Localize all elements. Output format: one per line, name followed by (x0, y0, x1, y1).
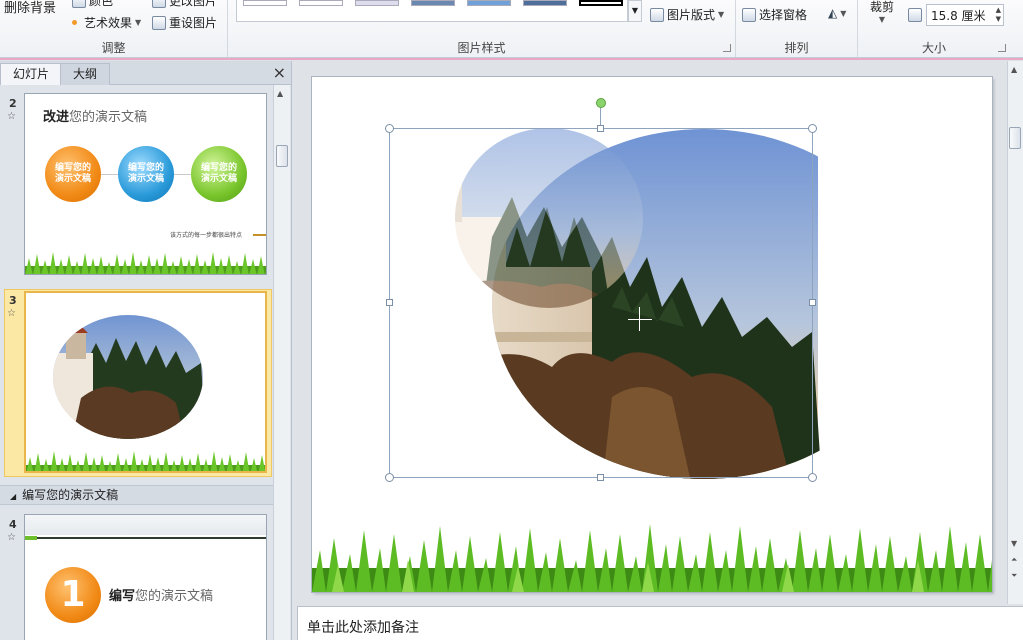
tab-outline[interactable]: 大纲 (60, 63, 111, 85)
reset-picture-button[interactable]: 重设图片 (152, 14, 217, 31)
chevron-down-icon: ▼ (878, 15, 886, 24)
arrange-group: 选择窗格 ◭ ▼ 排列 (736, 0, 858, 57)
arrange-group-label: 排列 (784, 41, 809, 55)
adjust-group-label: 调整 (101, 41, 126, 55)
chevron-down-icon: ▼ (840, 8, 847, 18)
notes-pane[interactable]: 单击此处添加备注 (297, 606, 1023, 640)
notes-placeholder: 单击此处添加备注 (307, 620, 419, 636)
style-thumb[interactable] (523, 0, 567, 6)
style-thumb[interactable] (579, 0, 623, 6)
spinner-icon[interactable]: ▲ ▼ (996, 6, 1001, 24)
scroll-up-icon[interactable]: ▲ (277, 89, 283, 98)
picture-styles-launcher-icon[interactable] (723, 44, 731, 52)
blue-circle: 编写您的 演示文稿 (118, 146, 174, 202)
reset-picture-icon (152, 15, 166, 30)
previous-slide-icon[interactable]: ⏶ (1011, 555, 1017, 565)
resize-handle-top-left[interactable] (385, 124, 394, 133)
slide-title: 编写您的演示文稿 (109, 589, 214, 604)
color-icon (72, 0, 86, 8)
scroll-thumb[interactable] (1009, 127, 1021, 149)
picture-layout-icon (650, 7, 664, 22)
size-launcher-icon[interactable] (998, 44, 1006, 52)
number-circle: 1 (45, 567, 101, 623)
next-slide-icon[interactable]: ⏷ (1011, 571, 1017, 581)
resize-handle-top[interactable] (597, 125, 604, 132)
selection-pane-button[interactable]: 选择窗格 (742, 6, 807, 23)
footer-bar (253, 234, 266, 236)
scroll-down-icon[interactable]: ▼ (1011, 539, 1017, 548)
slides-pane: 幻灯片 大纲 × 2 ☆ 改进您的演示文稿 编写您的 演示文稿 编写您的 演示文… (0, 61, 292, 640)
star-icon: ☆ (7, 308, 16, 319)
slide-title: 改进您的演示文稿 (43, 110, 148, 125)
change-picture-button[interactable]: 更改图片 (152, 0, 217, 9)
slide-rule (35, 537, 266, 539)
slide-top-bar (25, 515, 266, 535)
picture-styles-gallery[interactable] (236, 0, 628, 22)
selection-pane-icon (742, 7, 756, 22)
slide-footer-text: 该方式的每一步都很出特点 (170, 232, 243, 239)
slide-number: 2 (9, 97, 17, 110)
width-icon (908, 8, 922, 22)
style-thumb[interactable] (299, 0, 343, 6)
slide-thumbnail-3[interactable] (24, 291, 267, 473)
collapse-icon[interactable]: ◢ (10, 492, 16, 501)
art-effects-button[interactable]: 艺术效果 ▼ (72, 14, 141, 31)
color-button[interactable]: 颜色 (72, 0, 113, 9)
slide-number: 4 (9, 518, 17, 531)
style-thumb[interactable] (243, 0, 287, 6)
scroll-thumb[interactable] (276, 145, 288, 167)
grass-image (25, 252, 266, 274)
close-icon[interactable]: × (273, 63, 286, 82)
change-picture-icon (152, 0, 166, 8)
star-icon: ☆ (7, 111, 16, 122)
rotate-button[interactable]: ◭ ▼ (828, 6, 846, 20)
style-thumb[interactable] (411, 0, 455, 6)
tab-slides[interactable]: 幻灯片 (0, 63, 63, 85)
adjust-group: 删除背景 颜色 艺术效果 ▼ 更改图片 重设图片 调整 (0, 0, 228, 57)
crop-button[interactable]: 裁剪 ▼ (870, 0, 894, 24)
slide-green-mark (25, 536, 37, 540)
grass-image (26, 451, 265, 471)
slide-scrollbar[interactable]: ▲ ▼ ⏶ ⏷ (1007, 61, 1023, 604)
pane-tabs: 幻灯片 大纲 × (0, 61, 291, 85)
size-group-label: 大小 (921, 41, 946, 55)
slide-thumbnail-4[interactable]: 1 编写您的演示文稿 (24, 514, 267, 640)
move-cursor-icon (628, 319, 652, 320)
resize-handle-bottom-left[interactable] (385, 473, 394, 482)
picture-layout-button[interactable]: 图片版式 ▼ (650, 6, 724, 23)
gallery-more-button[interactable]: ▼ (628, 0, 642, 22)
chevron-down-icon: ▼ (718, 10, 725, 19)
ribbon: 删除背景 颜色 艺术效果 ▼ 更改图片 重设图片 调整 图片样式 ▼ 图片版式 … (0, 0, 1023, 58)
picture-selection-box (389, 128, 813, 478)
green-circle: 编写您的 演示文稿 (191, 146, 247, 202)
star-icon: ☆ (7, 532, 16, 543)
slides-scrollbar[interactable]: ▲ (273, 85, 290, 640)
chevron-down-icon: ▼ (135, 18, 142, 27)
rotation-handle[interactable] (596, 98, 606, 108)
ribbon-accent-line (0, 58, 1023, 60)
width-icon-wrap (908, 8, 922, 22)
slide-number: 3 (9, 294, 17, 307)
scroll-up-icon[interactable]: ▲ (1011, 65, 1017, 74)
slide-thumbnail-2[interactable]: 改进您的演示文稿 编写您的 演示文稿 编写您的 演示文稿 编写您的 演示文稿 该… (24, 93, 267, 275)
resize-handle-bottom-right[interactable] (808, 473, 817, 482)
width-input[interactable]: 15.8 厘米 ▲ ▼ (926, 4, 1004, 26)
lighthouse-image (53, 315, 203, 439)
remove-background-button[interactable]: 删除背景 (4, 0, 56, 16)
resize-handle-bottom[interactable] (597, 474, 604, 481)
move-cursor-icon (639, 307, 640, 331)
art-effects-icon (72, 20, 77, 25)
resize-handle-top-right[interactable] (808, 124, 817, 133)
orange-circle: 编写您的 演示文稿 (45, 146, 101, 202)
grass-image (312, 524, 992, 592)
resize-handle-right[interactable] (809, 299, 816, 306)
resize-handle-left[interactable] (386, 299, 393, 306)
style-thumb[interactable] (355, 0, 399, 6)
style-thumb[interactable] (467, 0, 511, 6)
section-header[interactable]: ◢ 编写您的演示文稿 (0, 485, 273, 505)
picture-styles-group-label: 图片样式 (457, 41, 506, 55)
rotate-icon: ◭ (828, 6, 838, 20)
